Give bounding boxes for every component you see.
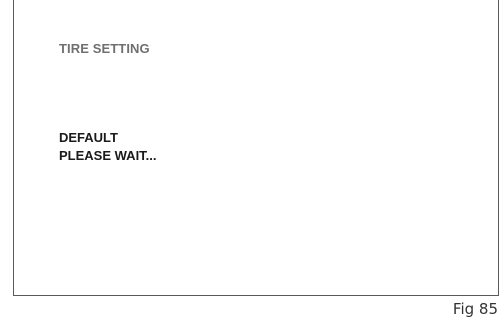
manual-page: TIRE SETTING DEFAULT PLEASE WAIT... Fig … (0, 0, 500, 322)
display-screen: TIRE SETTING DEFAULT PLEASE WAIT... (13, 0, 499, 296)
message-line-please-wait: PLEASE WAIT... (59, 148, 157, 163)
message-line-default: DEFAULT (59, 130, 118, 145)
figure-label: Fig 85 (452, 300, 498, 318)
screen-title: TIRE SETTING (59, 41, 150, 56)
status-message: DEFAULT PLEASE WAIT... (59, 129, 157, 165)
